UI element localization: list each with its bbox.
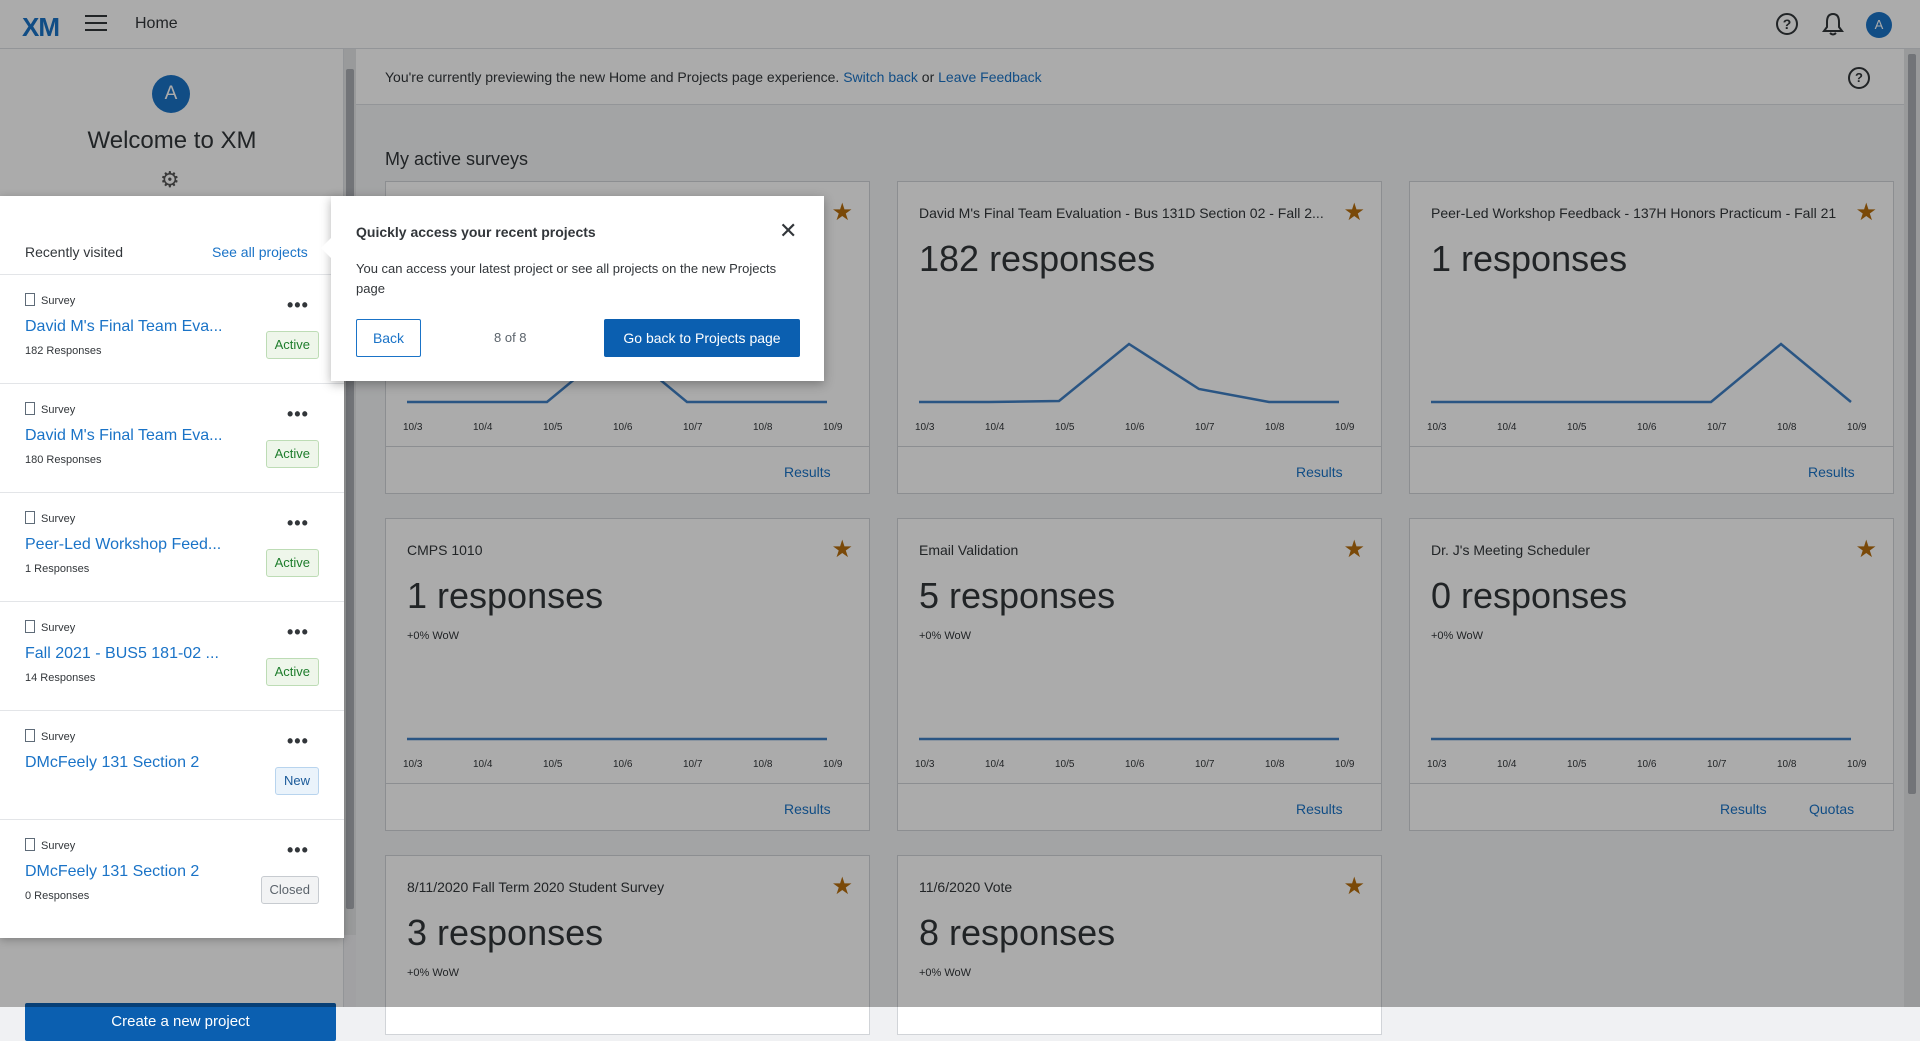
project-responses: 180 Responses [25, 454, 102, 466]
popover-title: Quickly access your recent projects [356, 224, 596, 240]
project-responses: 14 Responses [25, 672, 96, 684]
close-icon[interactable]: ✕ [779, 218, 797, 244]
back-button[interactable]: Back [356, 319, 421, 357]
step-counter: 8 of 8 [494, 330, 527, 345]
project-type-label: Survey [41, 513, 76, 525]
recent-project-item: Survey ••• David M's Final Team Eva... 182 … [0, 274, 344, 383]
status-badge: Active [265, 549, 319, 577]
create-new-project-button[interactable]: Create a new project [25, 1003, 336, 1041]
recently-visited-heading: Recently visited [25, 244, 124, 260]
project-type: Survey [25, 293, 75, 307]
more-options-icon[interactable]: ••• [287, 404, 309, 425]
project-type: Survey [25, 838, 75, 852]
recent-project-item: Survey ••• Fall 2021 - BUS5 181-02 ... 14 R… [0, 601, 344, 710]
recent-project-item: Survey ••• DMcFeely 131 Section 2 0 Respons… [0, 819, 344, 928]
project-type: Survey [25, 511, 75, 525]
status-badge: Active [265, 658, 319, 686]
project-name-link[interactable]: DMcFeely 131 Section 2 [25, 754, 199, 772]
survey-icon [25, 838, 35, 851]
status-badge: Active [265, 440, 319, 468]
project-responses: 182 Responses [25, 345, 102, 357]
survey-icon [25, 620, 35, 633]
recent-project-item: Survey ••• Peer-Led Workshop Feed... 1 Resp… [0, 492, 344, 601]
project-type: Survey [25, 620, 75, 634]
status-badge: New [274, 767, 319, 795]
project-type-label: Survey [41, 840, 76, 852]
project-type-label: Survey [41, 295, 76, 307]
popover-body: You can access your latest project or se… [356, 261, 777, 296]
project-type: Survey [25, 402, 75, 416]
project-type-label: Survey [41, 622, 76, 634]
project-name-link[interactable]: DMcFeely 131 Section 2 [25, 863, 199, 881]
survey-icon [25, 402, 35, 415]
more-options-icon[interactable]: ••• [287, 622, 309, 643]
status-badge: Closed [260, 876, 319, 904]
recently-visited-panel: Recently visited See all projects Survey… [0, 196, 344, 938]
project-responses: 0 Responses [25, 890, 90, 902]
more-options-icon[interactable]: ••• [287, 840, 309, 861]
status-badge: Active [265, 331, 319, 359]
survey-icon [25, 293, 35, 306]
project-type: Survey [25, 729, 75, 743]
popover-arrow [321, 238, 331, 258]
survey-icon [25, 511, 35, 524]
recent-project-item: Survey ••• DMcFeely 131 Section 2 New [0, 710, 344, 819]
go-back-to-projects-button[interactable]: Go back to Projects page [604, 319, 800, 357]
more-options-icon[interactable]: ••• [287, 513, 309, 534]
project-name-link[interactable]: Fall 2021 - BUS5 181-02 ... [25, 645, 219, 663]
project-type-label: Survey [41, 731, 76, 743]
see-all-projects-link[interactable]: See all projects [212, 244, 308, 260]
project-name-link[interactable]: Peer-Led Workshop Feed... [25, 536, 221, 554]
project-name-link[interactable]: David M's Final Team Eva... [25, 427, 223, 445]
more-options-icon[interactable]: ••• [287, 295, 309, 316]
project-type-label: Survey [41, 404, 76, 416]
project-name-link[interactable]: David M's Final Team Eva... [25, 318, 223, 336]
more-options-icon[interactable]: ••• [287, 731, 309, 752]
project-responses: 1 Responses [25, 563, 90, 575]
tour-popover: Quickly access your recent projects ✕ Yo… [321, 196, 824, 381]
recent-project-item: Survey ••• David M's Final Team Eva... 180 … [0, 383, 344, 492]
survey-icon [25, 729, 35, 742]
